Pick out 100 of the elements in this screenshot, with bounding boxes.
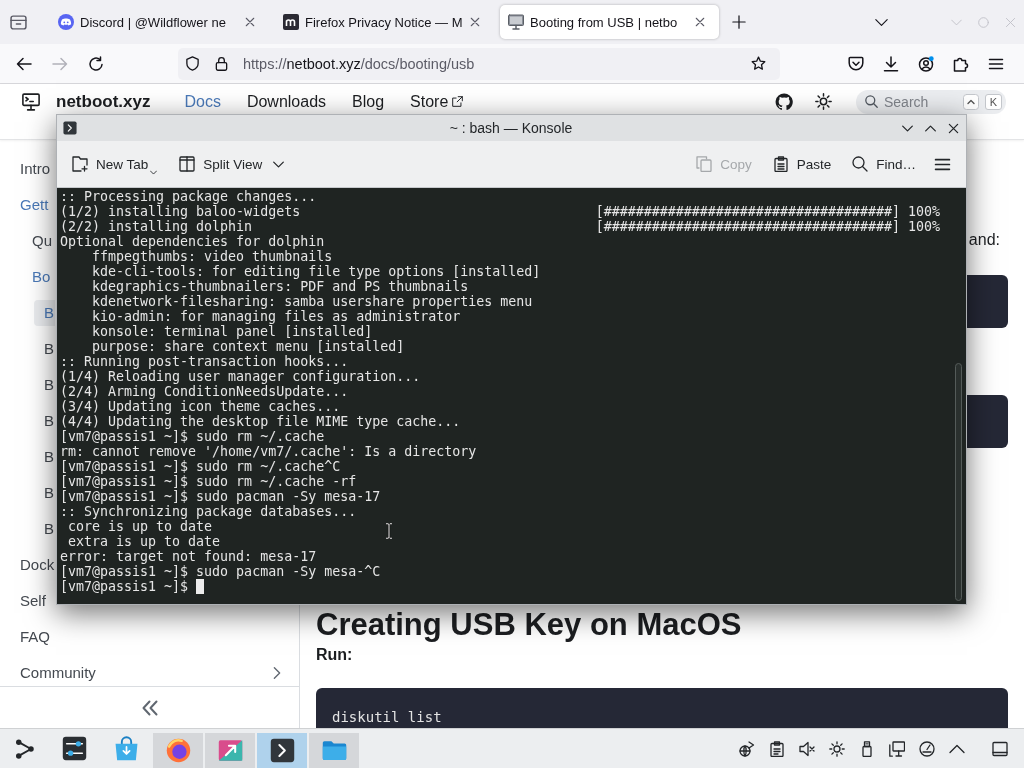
nav-link[interactable]: Docs	[184, 92, 221, 111]
search-field[interactable]: Search K	[856, 89, 1006, 114]
taskbar-app-button[interactable]	[153, 733, 203, 768]
copy-icon	[696, 156, 713, 172]
nav-link[interactable]: Downloads	[246, 92, 327, 111]
terminal-line: (1/2) installing baloo-widgets	[60, 204, 301, 219]
back-arrow-icon[interactable]	[16, 55, 32, 72]
round-logo-icon	[165, 738, 191, 763]
speaker-muted-icon[interactable]	[799, 740, 815, 757]
terminal-line: [vm7@passis1 ~]$ sudo rm ~/.cache -rf	[60, 474, 357, 489]
sidebar-link[interactable]: Qu	[22, 228, 53, 254]
terminal-line: rm: cannot remove '/home/vm7/.cache': Is a directory	[60, 444, 477, 459]
ibeam-pointer-icon	[385, 523, 393, 539]
sidebar-link[interactable]: B	[34, 408, 55, 434]
sidebar-link[interactable]: B	[34, 480, 55, 506]
code-text: diskutil list	[332, 709, 442, 725]
chevron-right-icon[interactable]	[271, 667, 283, 679]
toolbar-button[interactable]: New Tab	[66, 149, 164, 179]
terminal-line: [vm7@passis1 ~]$ sudo pacman -Sy mesa-17	[60, 489, 381, 504]
sidebar-link[interactable]: B	[34, 300, 55, 326]
sidebar-link[interactable]: Self	[10, 588, 47, 614]
paste-icon	[772, 156, 789, 172]
download-icon[interactable]	[883, 55, 899, 72]
terminal-pane[interactable]	[57, 188, 966, 604]
control-key-icon	[963, 93, 979, 110]
nav-link[interactable]: Blog	[352, 92, 385, 111]
folder-icon	[321, 738, 347, 763]
section-heading: Creating USB Key on MacOS	[316, 608, 743, 642]
terminal-icon	[269, 738, 295, 763]
split-view-icon	[179, 156, 196, 172]
close-icon[interactable]	[470, 17, 480, 27]
browser-tab[interactable]: Booting from USB | netbo	[500, 5, 719, 39]
reload-icon[interactable]	[88, 55, 104, 72]
terminal-line: [vm7@passis1 ~]$ sudo rm ~/.cache	[60, 429, 325, 444]
shopping-bag-icon[interactable]	[113, 736, 139, 761]
maximize-icon[interactable]	[925, 122, 936, 134]
lock-icon[interactable]	[214, 56, 229, 71]
sidebar-link[interactable]: Gett	[10, 192, 50, 218]
sidebar-link[interactable]: Community	[10, 660, 97, 686]
account-icon[interactable]	[918, 55, 934, 72]
sidebar-link[interactable]: B	[34, 516, 55, 542]
usb-drive-icon[interactable]	[859, 740, 875, 757]
cat-logo-icon[interactable]	[775, 92, 793, 111]
close-icon[interactable]	[695, 17, 705, 27]
sidebar-link[interactable]: B	[34, 444, 55, 470]
terminal-line: Optional dependencies for dolphin	[60, 234, 325, 249]
terminal-icon	[63, 121, 77, 135]
sun-icon[interactable]	[815, 93, 832, 110]
tab-list-icon[interactable]	[10, 13, 27, 31]
terminal-line: core is up to date	[68, 519, 213, 534]
sliders-icon[interactable]	[61, 736, 87, 761]
terminal-line: kde-cli-tools: for editing file type options [installed]	[92, 264, 541, 279]
plus-icon[interactable]	[732, 15, 746, 29]
monitor-icon[interactable]	[889, 740, 905, 757]
sidebar-link[interactable]: Bo	[22, 264, 52, 290]
pocket-icon[interactable]	[848, 55, 864, 72]
sidebar-link[interactable]: Dock	[10, 552, 56, 578]
scrollbar-thumb[interactable]	[955, 363, 962, 601]
brightness-icon[interactable]	[829, 740, 845, 757]
terminal-line: :: Processing package changes...	[60, 189, 317, 204]
gauge-icon[interactable]	[919, 740, 935, 757]
taskbar-app-button[interactable]	[205, 733, 255, 768]
star-icon[interactable]	[751, 56, 766, 71]
toolbar-button[interactable]: Split View	[173, 149, 291, 179]
close-icon[interactable]	[948, 122, 959, 134]
terminal-line: kio-admin: for managing files as administrator	[92, 309, 461, 324]
window-title: ~ : bash — Konsole	[449, 120, 573, 136]
terminal-prompt: [vm7@passis1 ~]$	[60, 579, 189, 594]
terminal-line: ffmpegthumbs: video thumbnails	[92, 249, 333, 264]
double-chevron-left-icon	[141, 699, 158, 716]
sidebar-link[interactable]: B	[34, 372, 55, 398]
address-bar[interactable]: https://netboot.xyz/docs/booting/usb	[178, 47, 780, 80]
taskbar-app-button[interactable]	[257, 733, 307, 768]
progress-text: [####################################] 100%	[595, 204, 940, 219]
show-desktop-icon[interactable]	[992, 740, 1008, 757]
shield-icon[interactable]	[185, 56, 200, 71]
toolbar-button[interactable]: Paste	[766, 149, 838, 179]
sidebar-link[interactable]: FAQ	[10, 624, 51, 650]
terminal-line: (3/4) Updating icon theme caches...	[60, 399, 341, 414]
toolbar-button[interactable]: Find…	[846, 149, 922, 179]
puzzle-icon[interactable]	[953, 55, 969, 72]
terminal-line: [vm7@passis1 ~]$ sudo rm ~/.cache^C	[60, 459, 341, 474]
terminal-line: :: Running post-transaction hooks...	[60, 354, 349, 369]
sidebar-link[interactable]: B	[34, 336, 55, 362]
app-launcher-icon[interactable]	[14, 738, 35, 759]
sidebar-link[interactable]: Intro	[10, 156, 51, 182]
keyboard-key: K	[985, 93, 1002, 110]
terminal-line: konsole: terminal panel [installed]	[92, 324, 373, 339]
game-controller-icon	[58, 14, 74, 30]
terminal-line: (2/2) installing dolphin	[60, 219, 253, 234]
minimize-icon[interactable]	[902, 122, 913, 134]
monitor-logo-icon[interactable]	[22, 92, 40, 111]
globe-arrow-icon[interactable]	[739, 740, 755, 757]
close-icon[interactable]	[245, 17, 255, 27]
site-title[interactable]: netboot.xyz	[56, 91, 151, 112]
new-tab-icon	[72, 156, 88, 172]
nav-link[interactable]: Store	[410, 92, 464, 111]
clipboard-icon[interactable]	[769, 740, 785, 757]
browser-tab[interactable]: Discord | @Wildflower ne	[50, 5, 269, 39]
browser-tab[interactable]: Firefox Privacy Notice — M	[275, 5, 494, 39]
